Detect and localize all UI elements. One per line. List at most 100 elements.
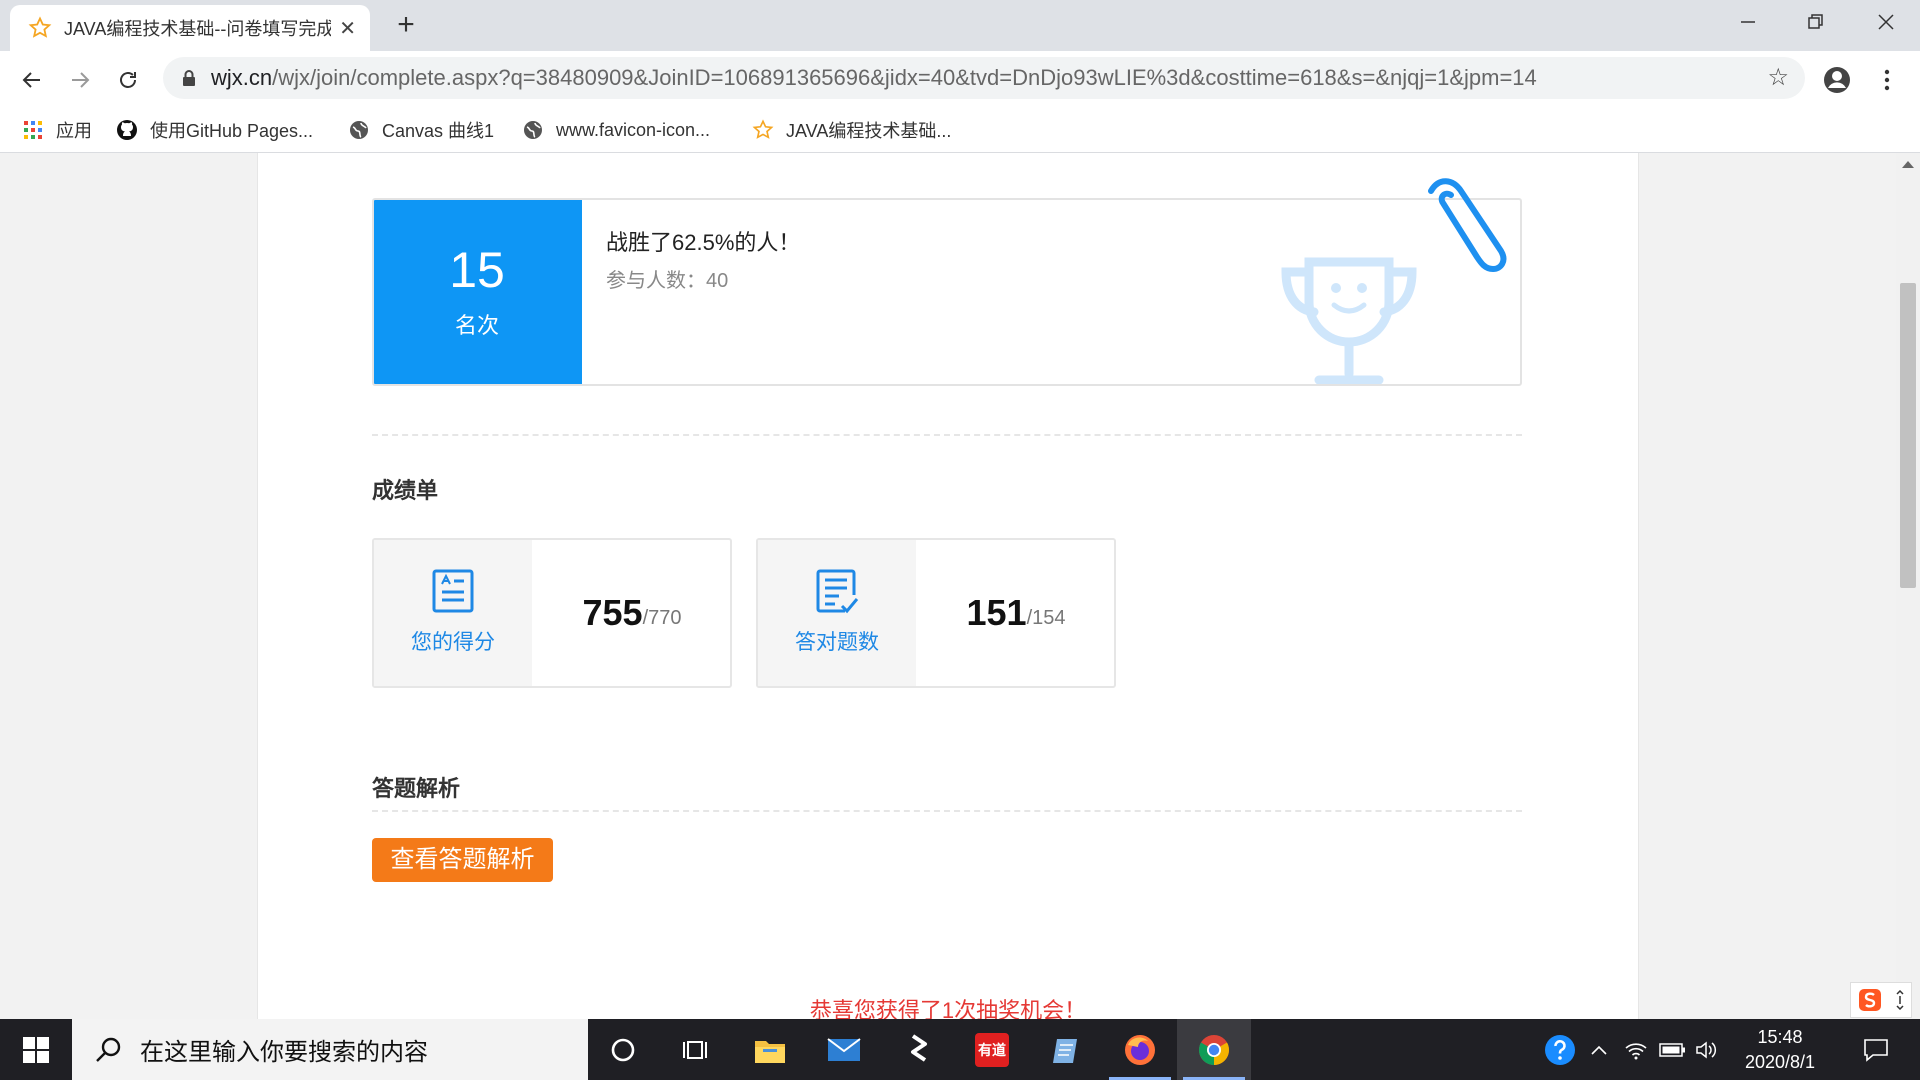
account-icon (1824, 67, 1850, 93)
bookmark-java-survey[interactable]: JAVA编程技术基础... (752, 117, 951, 143)
new-tab-button[interactable]: + (390, 10, 422, 42)
menu-button[interactable] (1870, 63, 1904, 97)
score-total: /770 (642, 606, 682, 629)
firefox-button[interactable] (1103, 1019, 1177, 1080)
score-sheet-icon (432, 569, 474, 613)
mail-icon (827, 1037, 861, 1061)
scroll-up-arrow-icon[interactable] (1902, 161, 1914, 168)
url-path: /wjx/join/complete.aspx?q=38480909&JoinI… (272, 65, 1537, 90)
close-icon (1878, 14, 1894, 30)
cortana-circle-icon (611, 1038, 635, 1061)
score-card: 您的得分 755 /770 (372, 538, 732, 688)
profile-button[interactable] (1820, 63, 1854, 97)
wifi-icon (1625, 1042, 1647, 1059)
lock-icon (183, 70, 195, 86)
forward-button[interactable] (63, 63, 97, 97)
bookmark-github-pages[interactable]: 使用GitHub Pages... (116, 117, 313, 143)
minimize-icon (1741, 21, 1755, 23)
chrome-button[interactable] (1177, 1019, 1251, 1080)
globe-icon (348, 119, 370, 141)
file-explorer-button[interactable] (733, 1019, 807, 1080)
chevron-up-icon (1591, 1045, 1607, 1055)
view-analysis-button[interactable]: 查看答题解析 (372, 838, 553, 882)
speaker-icon (1696, 1040, 1717, 1059)
help-icon (1545, 1034, 1575, 1065)
page-viewport: 15 名次 战胜了62.5%的人！ 参与人数：40 成绩单 您的得分 755 /… (0, 153, 1900, 1019)
bookmark-favicon-icon[interactable]: www.favicon-icon... (522, 117, 710, 143)
taskbar-search-box[interactable]: 在这里输入你要搜索的内容 (72, 1019, 588, 1080)
minimize-button[interactable] (1718, 0, 1778, 44)
network-tray-button[interactable] (1620, 1019, 1652, 1080)
action-center-button[interactable] (1846, 1019, 1906, 1080)
url-text: wjx.cn/wjx/join/complete.aspx?q=38480909… (211, 65, 1537, 91)
restore-button[interactable] (1786, 0, 1846, 44)
report-title: 成绩单 (372, 478, 439, 503)
sublime-button[interactable] (881, 1019, 955, 1080)
bookmark-canvas[interactable]: Canvas 曲线1 (348, 117, 494, 143)
bookmarks-bar: 应用 使用GitHub Pages... Canvas 曲线1 www.favi… (0, 107, 1920, 153)
firefox-icon (1125, 1034, 1155, 1065)
back-button[interactable] (15, 63, 49, 97)
task-view-button[interactable] (659, 1019, 733, 1080)
rank-badge: 15 名次 (374, 200, 582, 384)
url-host: wjx.cn (211, 65, 273, 90)
result-card: 15 名次 战胜了62.5%的人！ 参与人数：40 成绩单 您的得分 755 /… (257, 153, 1639, 1019)
correct-count-card: 答对题数 151 /154 (756, 538, 1116, 688)
sublime-text-icon (911, 1033, 927, 1062)
vertical-scrollbar[interactable] (1896, 153, 1920, 1019)
youdao-label: 有道 (978, 1041, 1006, 1058)
star-favicon-icon (28, 16, 52, 38)
apps-grid-icon (22, 119, 44, 141)
github-icon (116, 119, 138, 141)
reload-button[interactable] (111, 63, 145, 97)
clock-date: 2020/8/1 (1744, 1052, 1816, 1072)
bookmark-apps[interactable]: 应用 (22, 117, 92, 143)
volume-tray-button[interactable] (1692, 1019, 1722, 1080)
ranking-panel: 15 名次 战胜了62.5%的人！ 参与人数：40 (372, 198, 1522, 386)
divider (372, 434, 1522, 436)
clock-time: 15:48 (1757, 1027, 1803, 1047)
paperclip-icon (1428, 178, 1507, 273)
show-hidden-icons-button[interactable] (1584, 1019, 1614, 1080)
system-clock[interactable]: 15:48 2020/8/1 (1720, 1025, 1840, 1075)
start-button[interactable] (0, 1019, 72, 1080)
bookmark-label: JAVA编程技术基础... (786, 121, 952, 141)
chrome-icon (1198, 1034, 1230, 1065)
cortana-button[interactable] (586, 1019, 660, 1080)
ime-toggle-icon (1895, 990, 1904, 1010)
help-tray-button[interactable] (1538, 1019, 1582, 1080)
rank-beat-text: 战胜了62.5%的人！ (606, 230, 801, 255)
correct-value-area: 151 /154 (916, 540, 1114, 686)
ime-toolbar[interactable] (1850, 982, 1912, 1018)
score-label: 您的得分 (411, 631, 495, 654)
address-bar[interactable]: wjx.cn/wjx/join/complete.aspx?q=38480909… (163, 57, 1805, 99)
score-card-label-area: 您的得分 (374, 540, 532, 686)
bookmark-label: 应用 (56, 121, 92, 141)
correct-card-label-area: 答对题数 (758, 540, 916, 686)
score-value: 755 (582, 592, 643, 633)
battery-tray-button[interactable] (1656, 1019, 1690, 1080)
tab-title: JAVA编程技术基础--问卷填写完成 (64, 19, 332, 39)
window-close-button[interactable] (1856, 0, 1916, 44)
star-icon (752, 119, 774, 141)
bookmark-label: Canvas 曲线1 (382, 121, 495, 141)
mail-button[interactable] (807, 1019, 881, 1080)
notepad-button[interactable] (1029, 1019, 1103, 1080)
youdao-button[interactable]: 有道 (955, 1019, 1029, 1080)
battery-icon (1659, 1042, 1685, 1057)
scrollbar-thumb[interactable] (1900, 283, 1916, 588)
lottery-message: 恭喜您获得了1次抽奖机会！ (809, 998, 1087, 1019)
trophy-icon (1281, 257, 1417, 384)
tab-close-icon[interactable]: ✕ (339, 16, 356, 41)
browser-tab-active[interactable]: JAVA编程技术基础--问卷填写完成 ✕ (10, 5, 370, 51)
bookmark-star-icon[interactable]: ☆ (1767, 66, 1789, 90)
bookmark-label: 使用GitHub Pages... (150, 121, 314, 141)
youdao-dictionary-icon: 有道 (975, 1032, 1009, 1067)
correct-total: /154 (1026, 606, 1066, 629)
windows-logo-icon (23, 1036, 49, 1063)
arrow-right-icon (72, 72, 90, 88)
folder-icon (755, 1040, 785, 1063)
rank-number: 15 (449, 242, 505, 298)
more-vert-icon (1884, 69, 1890, 91)
divider (372, 810, 1522, 812)
